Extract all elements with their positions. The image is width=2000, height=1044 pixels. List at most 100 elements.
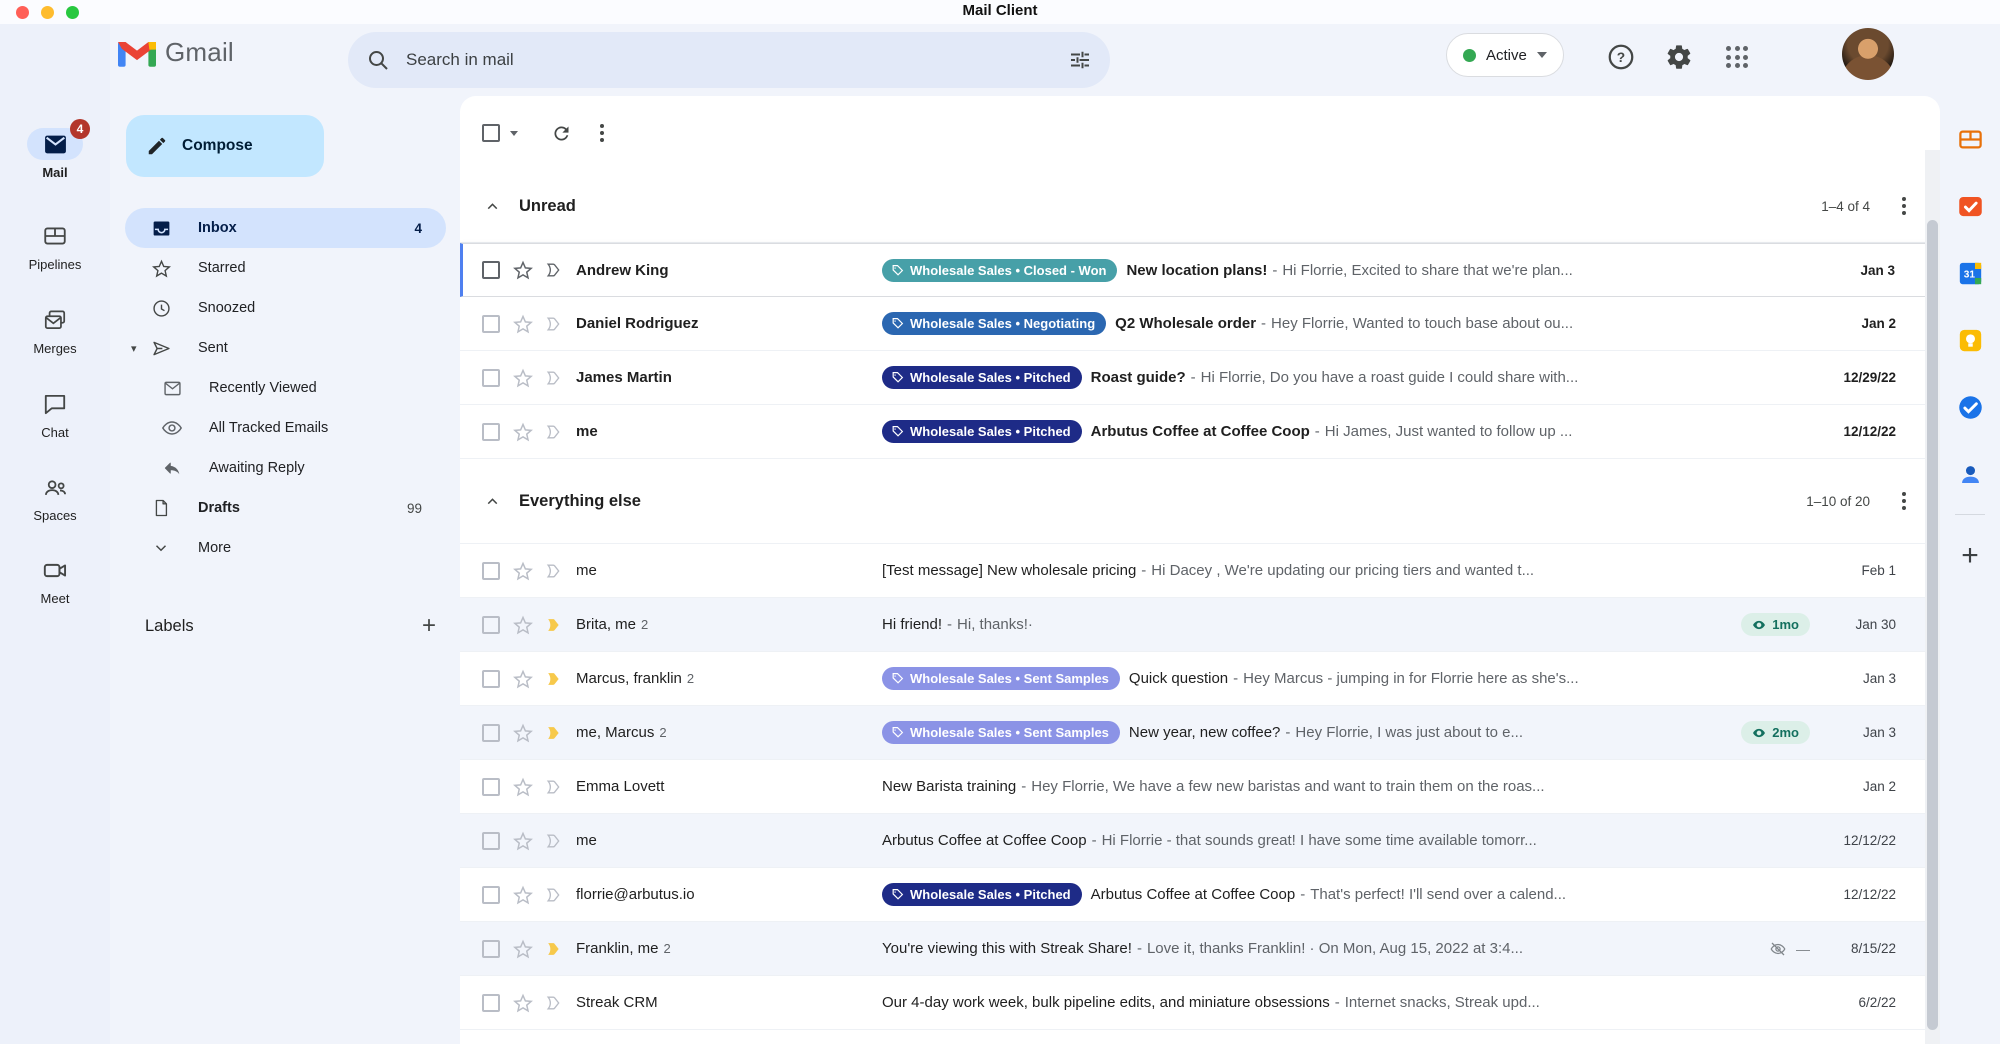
- importance-marker-icon[interactable]: [544, 422, 564, 442]
- row-checkbox[interactable]: [482, 670, 500, 688]
- email-row[interactable]: Daniel Rodriguez Wholesale Sales • Negot…: [460, 297, 1940, 351]
- row-checkbox[interactable]: [482, 940, 500, 958]
- sidebar-item-sent[interactable]: ▾ Sent: [125, 328, 446, 368]
- email-row[interactable]: Emma Lovett New Barista training - Hey F…: [460, 760, 1940, 814]
- sidebar-item-starred[interactable]: Starred: [125, 248, 446, 288]
- email-row[interactable]: me Wholesale Sales • Pitched Arbutus Cof…: [460, 405, 1940, 459]
- star-icon[interactable]: [512, 313, 534, 335]
- sidebar-item-drafts[interactable]: Drafts 99: [125, 488, 446, 528]
- email-row[interactable]: Marcus, franklin2 Wholesale Sales • Sent…: [460, 652, 1940, 706]
- importance-marker-icon[interactable]: [544, 615, 564, 635]
- row-checkbox[interactable]: [482, 724, 500, 742]
- collapse-section-icon[interactable]: [484, 198, 501, 215]
- refresh-icon[interactable]: [544, 116, 578, 150]
- email-row[interactable]: Andrew King Wholesale Sales • Closed - W…: [460, 243, 1940, 297]
- row-checkbox[interactable]: [482, 994, 500, 1012]
- google-contacts-icon[interactable]: [1957, 461, 1984, 488]
- help-button[interactable]: ?: [1604, 40, 1638, 74]
- minimize-window-button[interactable]: [41, 6, 54, 19]
- settings-gear-icon[interactable]: [1662, 40, 1696, 74]
- importance-marker-icon[interactable]: [544, 939, 564, 959]
- star-icon[interactable]: [512, 259, 534, 281]
- email-row[interactable]: Streak CRM Our 4-day work week, bulk pip…: [460, 976, 1940, 1030]
- importance-marker-icon[interactable]: [544, 314, 564, 334]
- row-checkbox[interactable]: [482, 315, 500, 333]
- select-all-checkbox[interactable]: [482, 124, 500, 142]
- row-checkbox[interactable]: [482, 886, 500, 904]
- star-icon[interactable]: [512, 938, 534, 960]
- gmail-logo[interactable]: Gmail: [118, 37, 234, 68]
- section-menu-icon[interactable]: [1898, 488, 1910, 514]
- zoom-window-button[interactable]: [66, 6, 79, 19]
- collapse-section-icon[interactable]: [484, 493, 501, 510]
- sidebar-item-awaiting-reply[interactable]: Awaiting Reply: [125, 448, 446, 488]
- sidebar-item-snoozed[interactable]: Snoozed: [125, 288, 446, 328]
- more-options-icon[interactable]: [596, 120, 608, 146]
- rail-item-mail[interactable]: 4 Mail: [0, 128, 110, 180]
- rail-item-meet[interactable]: Meet: [0, 554, 110, 606]
- google-tasks-icon[interactable]: [1957, 394, 1984, 421]
- email-row[interactable]: me [Test message] New wholesale pricing …: [460, 544, 1940, 598]
- star-icon[interactable]: [512, 884, 534, 906]
- importance-marker-icon[interactable]: [544, 260, 564, 280]
- select-dropdown-icon[interactable]: [510, 131, 518, 136]
- star-icon[interactable]: [512, 614, 534, 636]
- section-menu-icon[interactable]: [1898, 193, 1910, 219]
- star-icon[interactable]: [512, 776, 534, 798]
- close-window-button[interactable]: [16, 6, 29, 19]
- importance-marker-icon[interactable]: [544, 885, 564, 905]
- account-avatar[interactable]: [1842, 28, 1894, 80]
- pipeline-label-pill[interactable]: Wholesale Sales • Closed - Won: [882, 259, 1117, 282]
- star-icon[interactable]: [512, 560, 534, 582]
- row-checkbox[interactable]: [482, 832, 500, 850]
- pipeline-label-pill[interactable]: Wholesale Sales • Pitched: [882, 420, 1082, 443]
- row-checkbox[interactable]: [482, 616, 500, 634]
- streak-pipelines-icon[interactable]: [1957, 126, 1984, 153]
- collapse-triangle-icon[interactable]: ▾: [131, 342, 137, 355]
- star-icon[interactable]: [512, 722, 534, 744]
- email-row[interactable]: me Arbutus Coffee at Coffee Coop - Hi Fl…: [460, 814, 1940, 868]
- star-icon[interactable]: [512, 367, 534, 389]
- compose-button[interactable]: Compose: [126, 115, 324, 177]
- row-checkbox[interactable]: [482, 261, 500, 279]
- search-input[interactable]: Search in mail: [406, 50, 1068, 70]
- importance-marker-icon[interactable]: [544, 561, 564, 581]
- sidebar-item-inbox[interactable]: Inbox 4: [125, 208, 446, 248]
- star-icon[interactable]: [512, 830, 534, 852]
- sidebar-item-more[interactable]: More: [125, 528, 446, 568]
- pipeline-label-pill[interactable]: Wholesale Sales • Pitched: [882, 883, 1082, 906]
- streak-tracked-mail-icon[interactable]: [1957, 193, 1984, 220]
- search-options-icon[interactable]: [1068, 48, 1092, 72]
- pipeline-label-pill[interactable]: Wholesale Sales • Pitched: [882, 366, 1082, 389]
- google-calendar-icon[interactable]: 31: [1957, 260, 1984, 287]
- row-checkbox[interactable]: [482, 423, 500, 441]
- importance-marker-icon[interactable]: [544, 368, 564, 388]
- status-dropdown[interactable]: Active: [1446, 33, 1564, 77]
- pipeline-label-pill[interactable]: Wholesale Sales • Sent Samples: [882, 721, 1120, 744]
- sidebar-item-all-tracked-emails[interactable]: All Tracked Emails: [125, 408, 446, 448]
- importance-marker-icon[interactable]: [544, 993, 564, 1013]
- scrollbar-thumb[interactable]: [1927, 220, 1938, 1030]
- rail-item-pipelines[interactable]: Pipelines: [0, 220, 110, 272]
- importance-marker-icon[interactable]: [544, 831, 564, 851]
- star-icon[interactable]: [512, 421, 534, 443]
- rail-item-merges[interactable]: Merges: [0, 304, 110, 356]
- importance-marker-icon[interactable]: [544, 777, 564, 797]
- pipeline-label-pill[interactable]: Wholesale Sales • Negotiating: [882, 312, 1106, 335]
- star-icon[interactable]: [512, 992, 534, 1014]
- pipeline-label-pill[interactable]: Wholesale Sales • Sent Samples: [882, 667, 1120, 690]
- rail-item-spaces[interactable]: Spaces: [0, 471, 110, 523]
- row-checkbox[interactable]: [482, 369, 500, 387]
- scrollbar-track[interactable]: [1925, 150, 1940, 1044]
- rail-item-chat[interactable]: Chat: [0, 388, 110, 440]
- row-checkbox[interactable]: [482, 562, 500, 580]
- create-label-button[interactable]: +: [422, 614, 436, 638]
- email-row[interactable]: Franklin, me2 You're viewing this with S…: [460, 922, 1940, 976]
- add-side-panel-app-button[interactable]: +: [1961, 541, 1979, 571]
- email-row[interactable]: me, Marcus2 Wholesale Sales • Sent Sampl…: [460, 706, 1940, 760]
- email-row[interactable]: James Martin Wholesale Sales • Pitched R…: [460, 351, 1940, 405]
- row-checkbox[interactable]: [482, 778, 500, 796]
- search-bar[interactable]: Search in mail: [348, 32, 1110, 88]
- email-row[interactable]: florrie@arbutus.io Wholesale Sales • Pit…: [460, 868, 1940, 922]
- google-keep-icon[interactable]: [1957, 327, 1984, 354]
